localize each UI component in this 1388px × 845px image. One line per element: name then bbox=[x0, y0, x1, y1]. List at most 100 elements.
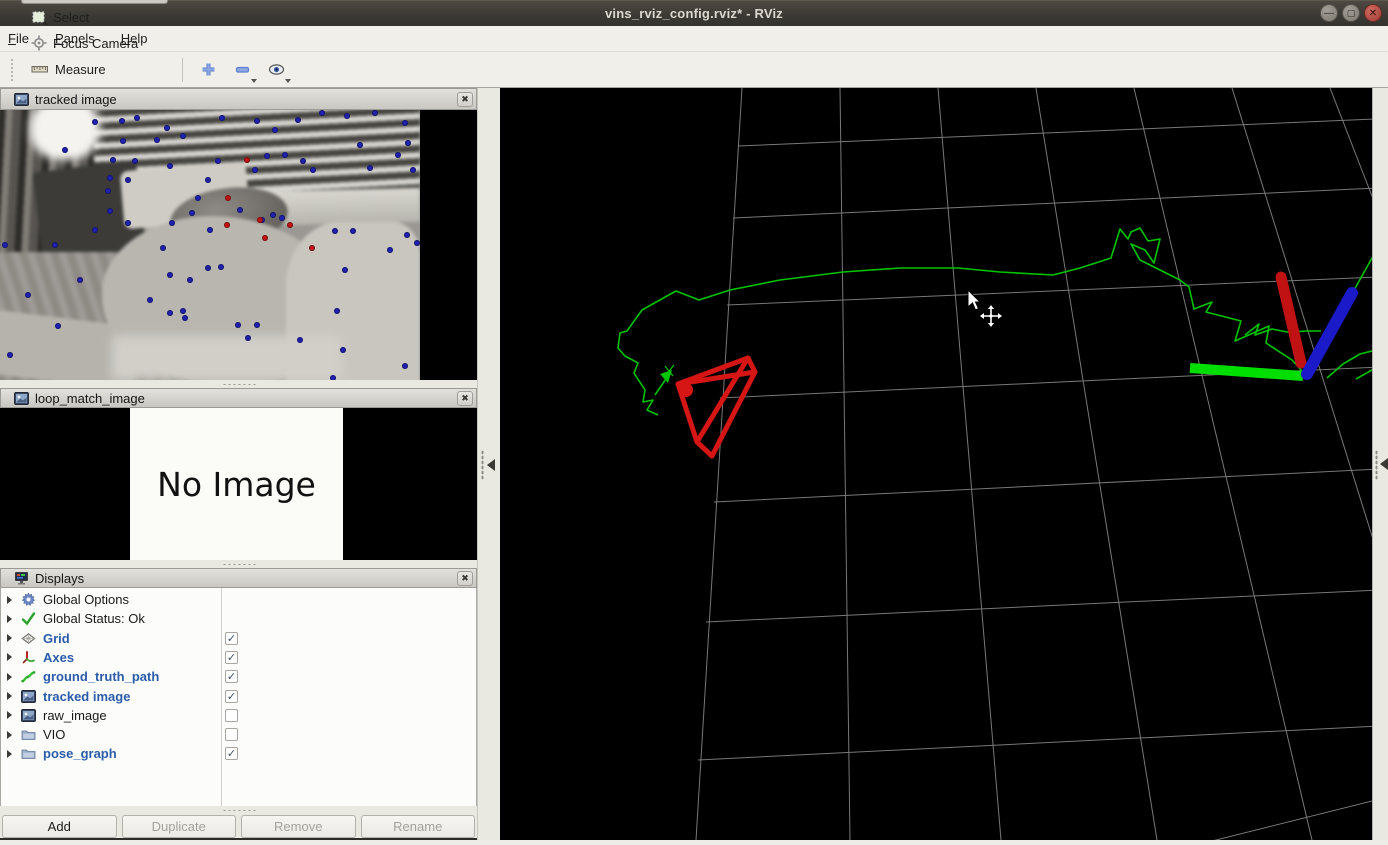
select-icon bbox=[31, 10, 47, 25]
enabled-checkbox[interactable]: ✓ bbox=[225, 689, 238, 703]
image-icon bbox=[21, 708, 36, 722]
loop-match-image-view: No Image bbox=[0, 408, 477, 560]
remove-tool-minus-button[interactable] bbox=[229, 57, 258, 83]
enabled-checkbox[interactable]: ✓ bbox=[225, 650, 238, 664]
tool-label: Select bbox=[53, 9, 90, 25]
axes-icon bbox=[22, 650, 35, 664]
expand-arrow-icon[interactable] bbox=[7, 711, 12, 720]
expand-arrow-icon[interactable] bbox=[7, 672, 12, 681]
displays-row-ground-truth-path[interactable]: ground_truth_path ✓ bbox=[1, 667, 478, 686]
focus-camera-icon bbox=[31, 35, 47, 51]
tracked-image-panel-header[interactable]: tracked image ✖ bbox=[0, 88, 477, 110]
enabled-checkbox[interactable]: ✓ bbox=[225, 631, 238, 645]
duplicate-button[interactable]: Duplicate bbox=[121, 815, 236, 838]
tool-visibility-eye-button[interactable] bbox=[263, 57, 292, 83]
expand-arrow-icon[interactable] bbox=[7, 749, 12, 758]
displays-row-axes[interactable]: Axes ✓ bbox=[1, 648, 478, 667]
display-row-label: Grid bbox=[43, 630, 70, 646]
image-icon bbox=[14, 391, 29, 405]
displays-row-global-options[interactable]: Global Options bbox=[1, 590, 478, 609]
dropdown-caret-icon[interactable] bbox=[251, 78, 258, 83]
folder-icon bbox=[21, 730, 36, 740]
toolbar-separator bbox=[182, 57, 184, 82]
tool-focus-camera[interactable]: Focus Camera bbox=[21, 30, 168, 56]
enabled-checkbox[interactable]: ✓ bbox=[225, 670, 238, 684]
panel-resize-handle[interactable] bbox=[0, 560, 477, 568]
display-row-label: Global Options bbox=[43, 592, 129, 607]
display-row-label: ground_truth_path bbox=[43, 669, 160, 685]
panel-resize-handle[interactable] bbox=[0, 806, 477, 815]
toolbar-drag-handle[interactable] bbox=[10, 57, 15, 82]
display-row-label: pose_graph bbox=[43, 746, 117, 762]
collapse-left-arrow-icon[interactable] bbox=[487, 459, 495, 471]
enabled-checkbox[interactable] bbox=[225, 708, 238, 722]
minimize-button[interactable]: — bbox=[1320, 4, 1338, 22]
displays-row-vio[interactable]: VIO bbox=[1, 725, 478, 744]
window-title: vins_rviz_config.rviz* - RViz bbox=[605, 6, 783, 21]
expand-arrow-icon[interactable] bbox=[7, 614, 12, 623]
collapse-right-arrow-icon[interactable] bbox=[1380, 458, 1388, 470]
displays-button-row: Add Duplicate Remove Rename bbox=[0, 815, 477, 838]
path-icon bbox=[21, 671, 36, 683]
dropdown-caret-icon[interactable] bbox=[285, 78, 292, 83]
expand-arrow-icon[interactable] bbox=[7, 653, 12, 662]
loop-match-panel-header[interactable]: loop_match_image ✖ bbox=[0, 388, 477, 408]
no-image-text: No Image bbox=[157, 464, 316, 504]
displays-panel-title: Displays bbox=[35, 570, 85, 586]
tool-label: Focus Camera bbox=[53, 35, 139, 51]
tracked-image-panel-title: tracked image bbox=[35, 91, 117, 107]
window-controls: — ▢ ✕ bbox=[1320, 4, 1382, 22]
displays-row-grid[interactable]: Grid ✓ bbox=[1, 629, 478, 648]
display-row-label: raw_image bbox=[43, 707, 107, 723]
maximize-button[interactable]: ▢ bbox=[1342, 4, 1360, 22]
expand-arrow-icon[interactable] bbox=[7, 634, 12, 643]
remove-button[interactable]: Remove bbox=[241, 815, 356, 838]
expand-arrow-icon[interactable] bbox=[7, 692, 12, 700]
left-panel-column: tracked image ✖ loop_match_image ✖ No Im… bbox=[0, 88, 477, 840]
right-splitter[interactable] bbox=[1372, 88, 1388, 840]
displays-row-tracked-image[interactable]: tracked image ✓ bbox=[1, 687, 478, 706]
tracked-image-close-icon[interactable]: ✖ bbox=[457, 91, 473, 107]
displays-row-global-status-ok[interactable]: Global Status: Ok bbox=[1, 609, 478, 628]
display-row-label: tracked image bbox=[43, 688, 131, 704]
grid-icon bbox=[21, 632, 36, 644]
folder-icon bbox=[21, 749, 36, 760]
expand-arrow-icon[interactable] bbox=[7, 595, 12, 604]
mouse-cursor bbox=[967, 288, 1002, 327]
display-row-label: Axes bbox=[43, 649, 75, 665]
remove-tool-minus-icon bbox=[235, 66, 249, 73]
close-button[interactable]: ✕ bbox=[1364, 4, 1382, 22]
left-splitter[interactable] bbox=[477, 88, 500, 840]
add-tool-plus-icon bbox=[202, 63, 215, 76]
displays-row-raw-image[interactable]: raw_image bbox=[1, 706, 478, 725]
panel-resize-handle[interactable] bbox=[0, 380, 477, 388]
tracked-image-canvas bbox=[0, 110, 420, 380]
title-bar: vins_rviz_config.rviz* - RViz — ▢ ✕ bbox=[0, 0, 1388, 26]
display-row-label: Global Status: Ok bbox=[43, 611, 145, 627]
enabled-checkbox[interactable] bbox=[225, 728, 238, 742]
add-button[interactable]: Add bbox=[2, 815, 117, 838]
menu-bar: File Panels Help bbox=[0, 26, 1388, 52]
enabled-checkbox[interactable]: ✓ bbox=[225, 747, 238, 761]
displays-row-pose-graph[interactable]: pose_graph ✓ bbox=[1, 744, 478, 763]
tool-select[interactable]: Select bbox=[21, 4, 168, 30]
displays-icon bbox=[15, 571, 28, 584]
displays-panel-header[interactable]: Displays ✖ bbox=[0, 568, 477, 588]
loop-match-close-icon[interactable]: ✖ bbox=[457, 390, 473, 406]
rename-button[interactable]: Rename bbox=[360, 815, 475, 838]
tool-label: Measure bbox=[55, 61, 106, 77]
gear-icon bbox=[21, 592, 36, 606]
display-row-label: VIO bbox=[43, 727, 66, 743]
measure-icon bbox=[31, 66, 48, 73]
tool-visibility-eye-icon bbox=[268, 64, 284, 75]
displays-tree: Global Options Global Status: Ok Grid ✓ Axes… bbox=[0, 588, 477, 806]
tracked-image-view bbox=[0, 110, 477, 380]
no-image-placeholder: No Image bbox=[130, 408, 343, 560]
loop-match-panel-title: loop_match_image bbox=[35, 390, 145, 406]
displays-close-icon[interactable]: ✖ bbox=[457, 570, 473, 586]
image-icon bbox=[21, 689, 36, 703]
tool-measure[interactable]: Measure bbox=[21, 56, 168, 82]
expand-arrow-icon[interactable] bbox=[7, 730, 12, 739]
3d-viewport[interactable] bbox=[500, 87, 1388, 845]
add-tool-plus-button[interactable] bbox=[195, 57, 221, 83]
